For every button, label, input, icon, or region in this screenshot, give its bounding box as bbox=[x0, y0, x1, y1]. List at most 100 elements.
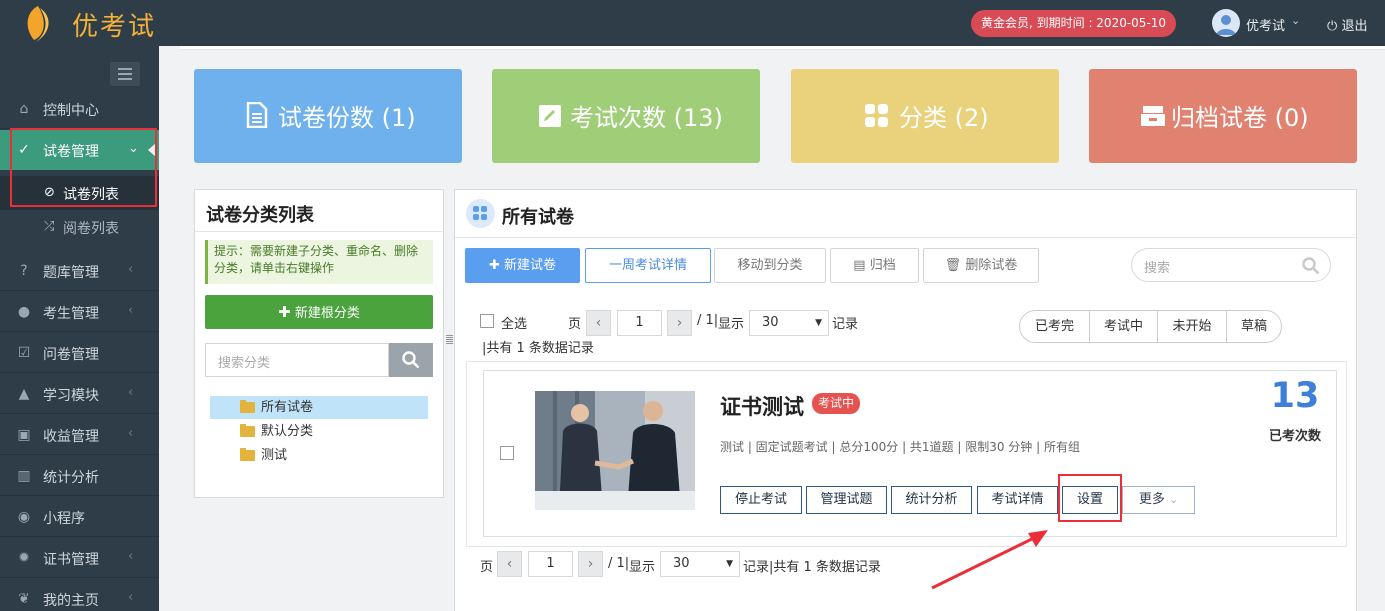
pager-page-input[interactable]: 1 bbox=[617, 310, 662, 336]
sidebar-item-question-bank[interactable]: ? 题库管理 ‹ bbox=[0, 251, 159, 291]
category-search-button[interactable] bbox=[389, 343, 433, 377]
stat-label: 试卷份数 (1) bbox=[278, 104, 416, 132]
sidebar-item-dashboard[interactable]: ⌂ 控制中心 bbox=[0, 89, 159, 129]
week-exam-details-button[interactable]: 一周考试详情 bbox=[585, 248, 711, 283]
resize-handle[interactable]: ≡ ≡ bbox=[445, 332, 454, 354]
sidebar-item-candidates[interactable]: ● 考生管理 ‹ bbox=[0, 292, 159, 332]
pager-next-button[interactable]: › bbox=[667, 310, 692, 336]
tree-item-label: 默认分类 bbox=[261, 424, 314, 439]
exam-count-label: 已考次数 bbox=[1268, 429, 1321, 444]
all-papers-icon bbox=[466, 199, 495, 228]
select-all-label: 全选 bbox=[501, 317, 528, 332]
sidebar-item-surveys[interactable]: ☑ 问卷管理 bbox=[0, 333, 159, 373]
pager-prev-button[interactable]: ‹ bbox=[586, 310, 611, 336]
delete-paper-label: 删除试卷 bbox=[965, 258, 1018, 273]
logo-icon bbox=[27, 6, 49, 42]
filter-draft[interactable]: 草稿 bbox=[1226, 310, 1282, 343]
filter-not-started[interactable]: 未开始 bbox=[1157, 310, 1227, 343]
filter-finished[interactable]: 已考完 bbox=[1019, 310, 1090, 343]
folder-icon bbox=[240, 400, 255, 413]
pager-next-button[interactable]: › bbox=[578, 551, 603, 577]
page-size-value: 30 bbox=[762, 315, 779, 330]
exam-status-badge: 考试中 bbox=[812, 393, 861, 414]
app-name: 优考试 bbox=[72, 12, 157, 42]
stat-label: 考试次数 (13) bbox=[570, 104, 723, 132]
trash-icon: 🗑 bbox=[944, 258, 962, 273]
graduation-cap-icon: ▲ bbox=[18, 386, 30, 402]
category-search-input[interactable]: 搜索分类 bbox=[205, 343, 389, 377]
chevron-left-icon: ‹ bbox=[128, 549, 134, 564]
tree-item-test[interactable]: 测试 bbox=[210, 444, 428, 467]
manage-questions-button[interactable]: 管理试题 bbox=[806, 486, 887, 514]
pager-show-label: 显示 bbox=[629, 560, 656, 575]
pager-prev-button[interactable]: ‹ bbox=[497, 551, 522, 577]
tree-item-all[interactable]: 所有试卷 bbox=[210, 396, 428, 419]
sidebar-item-label: 问卷管理 bbox=[43, 347, 99, 363]
paper-search-input[interactable]: 搜索 bbox=[1131, 248, 1331, 282]
chevron-down-icon: ⌄ bbox=[1168, 493, 1179, 506]
chevron-left-icon: ‹ bbox=[128, 385, 134, 400]
certificate-icon: ✹ bbox=[18, 550, 30, 566]
new-paper-button[interactable]: ✚ 新建试卷 bbox=[465, 248, 580, 283]
exam-details-button[interactable]: 考试详情 bbox=[977, 486, 1058, 514]
chevron-left-icon: ‹ bbox=[128, 303, 134, 318]
stat-card-exams[interactable]: 考试次数 (13) bbox=[492, 69, 760, 163]
search-icon bbox=[402, 351, 420, 369]
sidebar-toggle-button[interactable] bbox=[110, 62, 140, 86]
content-top-strip bbox=[180, 46, 1385, 50]
category-tip: 提示：需要新建子分类、重命名、删除分类，请单击右键操作 bbox=[205, 240, 433, 284]
sidebar-item-homepage[interactable]: ❦ 我的主页 ‹ bbox=[0, 579, 159, 611]
archive-label: 归档 bbox=[869, 258, 896, 273]
search-icon bbox=[1302, 257, 1320, 275]
new-root-category-button[interactable]: ✚ 新建根分类 bbox=[205, 295, 433, 329]
more-button[interactable]: 更多 ⌄ bbox=[1122, 486, 1195, 514]
more-label: 更多 bbox=[1138, 492, 1165, 507]
sidebar-item-revenue[interactable]: ▣ 收益管理 ‹ bbox=[0, 415, 159, 455]
move-to-category-button[interactable]: 移动到分类 bbox=[714, 248, 826, 283]
stat-card-papers[interactable]: 试卷份数 (1) bbox=[194, 69, 462, 163]
pager-page-input[interactable]: 1 bbox=[528, 551, 573, 577]
delete-paper-button[interactable]: 🗑 删除试卷 bbox=[923, 248, 1039, 283]
sidebar-item-label: 考生管理 bbox=[43, 306, 99, 322]
stat-label: 分类 (2) bbox=[899, 104, 989, 132]
stop-exam-button[interactable]: 停止考试 bbox=[720, 486, 802, 514]
folder-icon bbox=[240, 424, 255, 437]
chevron-left-icon: ‹ bbox=[128, 262, 134, 277]
exam-title[interactable]: 证书测试 bbox=[720, 391, 804, 421]
user-name[interactable]: 优考试 bbox=[1246, 15, 1285, 34]
page-size-select[interactable]: 30 ▼ bbox=[749, 310, 829, 336]
sidebar-item-mini-program[interactable]: ◉ 小程序 bbox=[0, 497, 159, 537]
search-placeholder: 搜索 bbox=[1144, 261, 1171, 276]
select-all-checkbox[interactable] bbox=[480, 314, 494, 328]
sidebar-item-learning[interactable]: ▲ 学习模块 ‹ bbox=[0, 374, 159, 414]
archive-button[interactable]: ▤ 归档 bbox=[830, 248, 919, 283]
document-icon bbox=[246, 102, 268, 128]
highlight-box bbox=[10, 128, 157, 207]
exam-count: 13 bbox=[1270, 376, 1320, 416]
new-paper-label: 新建试卷 bbox=[504, 258, 557, 273]
top-bar: 优考试 黄金会员, 到期时间 : 2020-05-10 优考试 ⌄ ⏻ 退出 bbox=[0, 0, 1385, 46]
exam-checkbox[interactable] bbox=[500, 446, 514, 460]
statistics-button[interactable]: 统计分析 bbox=[891, 486, 972, 514]
home-icon: ⌂ bbox=[19, 101, 29, 117]
caret-down-icon: ▼ bbox=[815, 318, 822, 328]
stat-card-archived[interactable]: 归档试卷 (0) bbox=[1089, 69, 1357, 163]
tree-item-default[interactable]: 默认分类 bbox=[210, 420, 428, 443]
tree-item-label: 所有试卷 bbox=[261, 400, 314, 415]
stat-card-categories[interactable]: 分类 (2) bbox=[791, 69, 1059, 163]
plus-icon: ✚ bbox=[278, 303, 291, 321]
pager-page-label: 页 bbox=[568, 317, 582, 332]
shuffle-icon: ⤮ bbox=[44, 219, 55, 234]
sidebar-item-certificates[interactable]: ✹ 证书管理 ‹ bbox=[0, 538, 159, 578]
page-size-select[interactable]: 30 ▼ bbox=[660, 551, 740, 577]
wechat-icon: ◉ bbox=[17, 509, 31, 525]
chevron-down-icon[interactable]: ⌄ bbox=[1291, 14, 1300, 27]
sidebar-item-statistics[interactable]: ▥ 统计分析 bbox=[0, 456, 159, 496]
plus-icon: ✚ bbox=[488, 258, 500, 273]
sidebar-item-label: 我的主页 bbox=[43, 593, 99, 609]
page-size-value: 30 bbox=[673, 556, 690, 571]
avatar[interactable] bbox=[1212, 9, 1240, 37]
logout-button[interactable]: ⏻ 退出 bbox=[1327, 15, 1367, 34]
filter-in-progress[interactable]: 考试中 bbox=[1089, 310, 1158, 343]
sidebar-subitem-grading-list[interactable]: ⤮ 阅卷列表 bbox=[0, 210, 159, 244]
